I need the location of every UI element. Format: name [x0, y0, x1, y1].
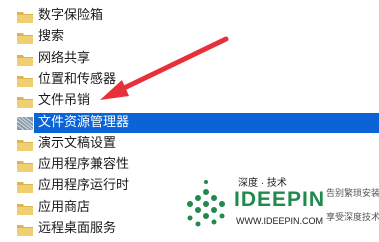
arrowhead: [100, 80, 129, 100]
arrow-shaft: [117, 36, 229, 93]
watermark-title: 深度 · 技术: [238, 178, 287, 189]
deepin-logo-icon: [187, 180, 225, 227]
watermark-slogan-2: 享受深度技术: [326, 212, 379, 222]
watermark-slogan-1: 告别繁琐安装: [326, 188, 379, 198]
watermark-logo: 深度 · 技术 IDEEPIN WWW.IDEEPIN.COM 告别繁琐安装 享…: [176, 172, 379, 242]
watermark-url: WWW.IDEEPIN.COM: [236, 216, 323, 226]
watermark-brand: IDEEPIN: [234, 188, 326, 211]
